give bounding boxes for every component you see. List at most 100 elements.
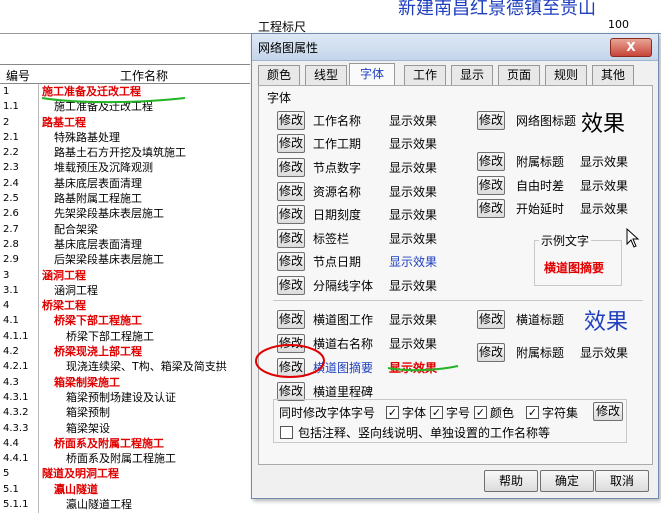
row-name: 箱梁预制场建设及认证	[66, 390, 176, 404]
modify-button[interactable]: 修改	[277, 229, 305, 248]
row-name: 隧道及明洞工程	[42, 467, 119, 481]
document-title: 新建南昌红景德镇至贵山	[398, 0, 596, 19]
row-code: 2.6	[3, 208, 19, 220]
table-row[interactable]: 2.4 基床底层表面清理	[0, 176, 250, 191]
row-name: 施工准备及迁改工程	[54, 100, 153, 114]
row-name: 箱梁预制	[66, 406, 110, 420]
row-name: 箱梁制梁施工	[54, 375, 120, 389]
sync-checkbox-label: 字符集	[542, 406, 579, 420]
tab-other[interactable]: 其他	[592, 65, 634, 85]
font-item-label: 横道右名称	[313, 337, 374, 351]
table-row[interactable]: 4.3 箱梁制梁施工	[0, 375, 250, 390]
table-row[interactable]: 5.1 瀛山隧道	[0, 482, 250, 497]
modify-button[interactable]: 修改	[277, 111, 305, 130]
row-code: 4.1	[3, 315, 19, 327]
modify-button[interactable]: 修改	[277, 310, 305, 329]
table-row[interactable]: 4.3.2 箱梁预制	[0, 405, 250, 420]
row-code: 2.9	[3, 254, 19, 266]
row-name: 路基工程	[42, 115, 86, 129]
table-row[interactable]: 2.5 路基附属工程施工	[0, 191, 250, 206]
modify-button-network-title[interactable]: 修改	[477, 111, 505, 130]
row-code: 4	[3, 300, 10, 312]
tab-display[interactable]: 显示	[451, 65, 493, 85]
close-button[interactable]: X	[610, 38, 652, 57]
sync-checkbox[interactable]: ✓	[430, 406, 443, 419]
font-item-label: 附属标题	[516, 155, 565, 169]
dialog-titlebar[interactable]: 网络图属性 X	[252, 34, 658, 61]
column-header-code[interactable]: 编号	[6, 67, 30, 84]
table-row[interactable]: 4.3.3 箱梁架设	[0, 421, 250, 436]
font-preview: 显示效果	[389, 361, 438, 375]
table-row[interactable]: 2 路基工程	[0, 115, 250, 130]
table-row[interactable]: 5 隧道及明洞工程	[0, 466, 250, 481]
table-row[interactable]: 4.1.1 桥梁下部工程施工	[0, 329, 250, 344]
modify-button-free-float[interactable]: 修改	[477, 176, 505, 195]
sync-checkbox[interactable]: ✓	[386, 406, 399, 419]
column-header-name[interactable]: 工作名称	[120, 67, 168, 84]
sync-modify-button[interactable]: 修改	[593, 402, 623, 421]
cancel-button[interactable]: 取消	[595, 470, 649, 492]
row-code: 3.1	[3, 284, 19, 296]
modify-button[interactable]: 修改	[277, 252, 305, 271]
row-code: 2.4	[3, 177, 19, 189]
table-row[interactable]: 2.1 特殊路基处理	[0, 130, 250, 145]
modify-button[interactable]: 修改	[277, 276, 305, 295]
help-button[interactable]: 帮助	[484, 470, 538, 492]
row-code: 1.1	[3, 101, 19, 113]
modify-button-sub-title[interactable]: 修改	[477, 152, 505, 171]
font-item-label: 分隔线字体	[313, 279, 374, 293]
sync-checkbox[interactable]: ✓	[474, 406, 487, 419]
modify-button-bar-title[interactable]: 修改	[477, 310, 505, 329]
mouse-cursor-icon	[626, 228, 640, 248]
modify-button[interactable]: 修改	[277, 205, 305, 224]
table-row[interactable]: 4.4.1 桥面系及附属工程施工	[0, 451, 250, 466]
tab-font[interactable]: 字体	[349, 63, 395, 85]
row-name: 涵洞工程	[54, 283, 98, 297]
tab-color[interactable]: 颜色	[258, 65, 300, 85]
tab-page[interactable]: 页面	[498, 65, 540, 85]
modify-button-start-delay[interactable]: 修改	[477, 199, 505, 218]
modify-button[interactable]: 修改	[277, 358, 305, 377]
table-row[interactable]: 4.3.1 箱梁预制场建设及认证	[0, 390, 250, 405]
table-row[interactable]: 2.6 先架梁段基床表层施工	[0, 206, 250, 221]
table-row[interactable]: 4.4 桥面系及附属工程施工	[0, 436, 250, 451]
modify-button[interactable]: 修改	[277, 158, 305, 177]
row-name: 瀛山隧道工程	[66, 498, 132, 512]
table-row[interactable]: 5.1.1 瀛山隧道工程	[0, 497, 250, 512]
sync-checkbox[interactable]: ✓	[526, 406, 539, 419]
table-row[interactable]: 2.9 后架梁段基床表层施工	[0, 252, 250, 267]
row-code: 2	[3, 116, 10, 128]
table-row[interactable]: 1.1 施工准备及迁改工程	[0, 99, 250, 114]
table-row[interactable]: 2.7 配合架梁	[0, 222, 250, 237]
sync-checkbox-label: 字号	[446, 406, 471, 420]
row-code: 4.2	[3, 346, 19, 358]
font-preview: 显示效果	[389, 114, 438, 128]
table-row[interactable]: 2.2 路基土石方开挖及填筑施工	[0, 145, 250, 160]
row-code: 5.1.1	[3, 499, 29, 511]
modify-button[interactable]: 修改	[277, 182, 305, 201]
table-row[interactable]: 4 桥梁工程	[0, 298, 250, 313]
table-row[interactable]: 3 涵洞工程	[0, 268, 250, 283]
include-checkbox[interactable]	[280, 426, 293, 439]
tab-line-style[interactable]: 线型	[305, 65, 347, 85]
tab-work[interactable]: 工作	[404, 65, 446, 85]
table-row[interactable]: 1 施工准备及迁改工程	[0, 84, 250, 99]
row-name: 桥面系及附属工程施工	[54, 436, 164, 450]
ok-button[interactable]: 确定	[540, 470, 594, 492]
row-code: 1	[3, 86, 10, 97]
table-row[interactable]: 2.8 基床底层表面清理	[0, 237, 250, 252]
table-row[interactable]: 4.2.1 现浇连续梁、T构、箱梁及简支拱	[0, 359, 250, 374]
tab-rules[interactable]: 规则	[545, 65, 587, 85]
font-preview: 显示效果	[580, 155, 629, 169]
modify-button-bar-sub-title[interactable]: 修改	[477, 343, 505, 362]
modify-button[interactable]: 修改	[277, 334, 305, 353]
row-code: 4.4	[3, 437, 19, 449]
table-row[interactable]: 2.3 堆载预压及沉降观测	[0, 160, 250, 175]
row-name: 桥梁工程	[42, 299, 86, 313]
row-name: 桥梁下部工程施工	[66, 329, 154, 343]
table-row[interactable]: 4.1 桥梁下部工程施工	[0, 313, 250, 328]
modify-button[interactable]: 修改	[277, 134, 305, 153]
table-row[interactable]: 3.1 涵洞工程	[0, 283, 250, 298]
table-row[interactable]: 4.2 桥梁现浇上部工程	[0, 344, 250, 359]
row-name: 桥面系及附属工程施工	[66, 452, 176, 466]
